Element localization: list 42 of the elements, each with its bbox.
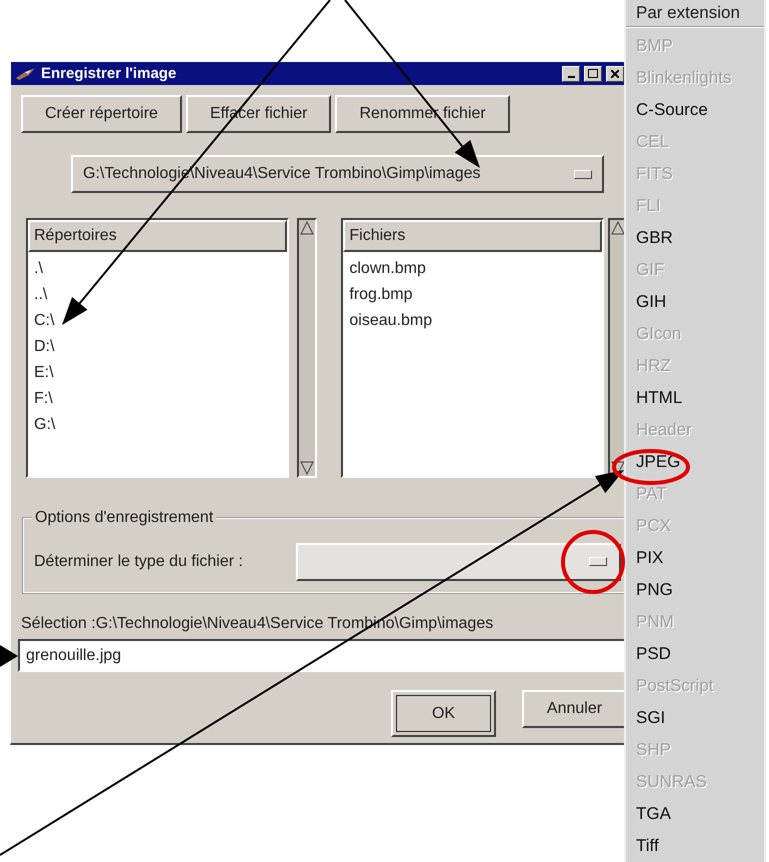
directory-item[interactable]: .\	[34, 256, 281, 282]
file-item[interactable]: clown.bmp	[349, 256, 596, 282]
column-header[interactable]: Répertoires	[28, 220, 287, 252]
minimize-icon	[568, 76, 574, 78]
down-arrow-icon[interactable]	[298, 460, 315, 476]
close-button[interactable]	[606, 66, 624, 82]
directory-item[interactable]: G:\	[34, 412, 281, 438]
directory-item[interactable]: ..\	[34, 282, 281, 308]
menu-item[interactable]: TGA	[626, 798, 764, 830]
up-arrow-icon[interactable]	[298, 220, 315, 236]
directory-item[interactable]: D:\	[34, 334, 281, 360]
menu-item[interactable]: PIX	[626, 542, 764, 574]
maximize-icon	[588, 69, 598, 78]
options-legend: Options d'enregistrement	[32, 509, 216, 527]
maximize-button[interactable]	[584, 66, 602, 82]
close-icon	[611, 70, 619, 78]
dialog-button[interactable]: OK	[391, 690, 496, 737]
directory-item[interactable]: C:\	[34, 308, 281, 334]
toolbar-button[interactable]: Créer répertoire	[21, 95, 182, 133]
file-item[interactable]: oiseau.bmp	[349, 308, 596, 334]
menu-item[interactable]: GIH	[626, 286, 764, 318]
dialog-button[interactable]: Annuler	[522, 690, 627, 728]
menu-item[interactable]: HTML	[626, 382, 764, 414]
menu-item[interactable]: PNG	[626, 574, 764, 606]
file-type-dropdown[interactable]	[296, 542, 621, 580]
brush-icon	[15, 66, 37, 82]
menu-item[interactable]: Par extension	[626, 0, 764, 27]
window-title: Enregistrer l'image	[41, 65, 178, 82]
column-header[interactable]: Fichiers	[343, 220, 602, 252]
menu-item[interactable]: PSD	[626, 638, 764, 670]
menu-item[interactable]: GBR	[626, 222, 764, 254]
file-type-label: Déterminer le type du fichier :	[34, 552, 244, 570]
minimize-button[interactable]	[562, 66, 580, 82]
up-arrow-icon[interactable]	[610, 220, 626, 236]
file-item[interactable]: frog.bmp	[349, 282, 596, 308]
menu-item[interactable]: Tiff	[626, 830, 764, 862]
directory-item[interactable]: E:\	[34, 360, 281, 386]
scrollbar[interactable]	[296, 218, 317, 478]
menu-item[interactable]: C-Source	[626, 94, 764, 126]
directory-item[interactable]: F:\	[34, 386, 281, 412]
annotation-circle	[561, 530, 625, 594]
menu-item[interactable]: SGI	[626, 702, 764, 734]
